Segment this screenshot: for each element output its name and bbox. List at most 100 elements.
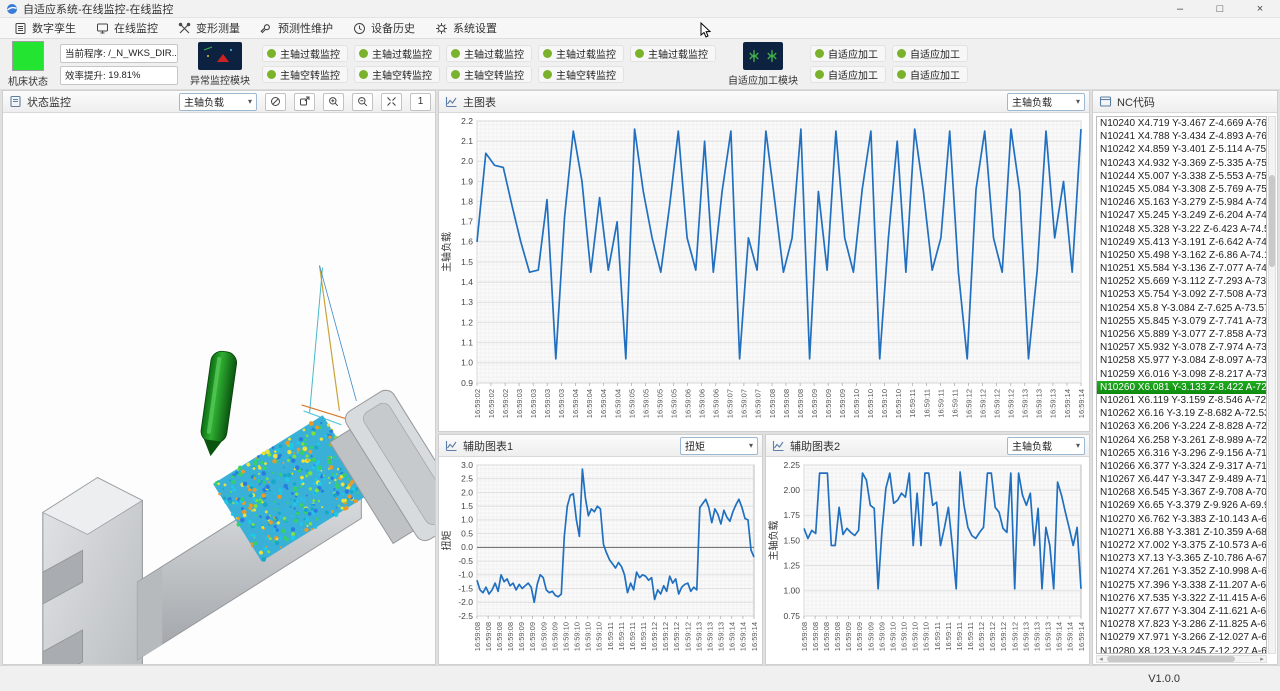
maximize-button[interactable]: □ [1200, 0, 1240, 18]
spindle-idle-chip: 主轴空转监控 [354, 66, 440, 83]
fit-view-button[interactable] [381, 93, 402, 111]
status-strip: 机床状态 当前程序: /_N_WKS_DIR... 效率提升: 19.81% 异… [0, 39, 1280, 90]
nc-line[interactable]: N10265 X6.316 Y-3.296 Z-9.156 A-71.771 [1097, 447, 1266, 460]
workpiece-3d-model [43, 386, 435, 664]
svg-text:16:59:13: 16:59:13 [1021, 622, 1030, 651]
nc-line[interactable]: N10279 X7.971 Y-3.266 Z-12.027 A-62.98 [1097, 631, 1266, 644]
line-chart-icon [445, 439, 458, 452]
window-title: 自适应系统-在线监控-在线监控 [23, 1, 173, 17]
program-info: 当前程序: /_N_WKS_DIR... 效率提升: 19.81% [60, 44, 178, 85]
svg-text:1.3: 1.3 [461, 297, 473, 307]
zoom-in-button[interactable] [323, 93, 344, 111]
nc-line[interactable]: N10250 X5.498 Y-3.162 Z-6.86 A-74.178 C [1097, 249, 1266, 262]
svg-text:-0.5: -0.5 [458, 556, 473, 566]
nc-line[interactable]: N10246 X5.163 Y-3.279 Z-5.984 A-74.892 [1097, 196, 1266, 209]
svg-text:16:59:08: 16:59:08 [822, 622, 831, 651]
svg-text:16:59:02: 16:59:02 [501, 389, 510, 418]
anomaly-monitor-thumbnail[interactable] [198, 42, 242, 70]
close-button[interactable]: × [1240, 0, 1280, 18]
nc-line[interactable]: N10248 X5.328 Y-3.22 Z-6.423 A-74.52 C [1097, 223, 1266, 236]
aux-chart2-metric-select[interactable]: 主轴负载▾ [1007, 437, 1085, 455]
nc-line[interactable]: N10259 X6.016 Y-3.098 Z-8.217 A-73.036 [1097, 368, 1266, 381]
nc-line[interactable]: N10280 X8.123 Y-3.245 Z-12.227 A-62.23 [1097, 645, 1266, 655]
nc-line[interactable]: N10269 X6.65 Y-3.379 Z-9.926 A-69.947 C [1097, 499, 1266, 512]
status-dot-icon [267, 49, 276, 58]
svg-text:2.5: 2.5 [461, 474, 473, 484]
nc-line[interactable]: N10247 X5.245 Y-3.249 Z-6.204 A-74.701 [1097, 209, 1266, 222]
nc-line[interactable]: N10262 X6.16 Y-3.19 Z-8.682 A-72.534 C [1097, 407, 1266, 420]
nc-code-list[interactable]: N10240 X4.719 Y-3.467 Z-4.669 A-76.396N1… [1096, 116, 1267, 654]
menu-online-monitor[interactable]: 在线监控 [90, 18, 172, 38]
nc-line[interactable]: N10258 X5.977 Y-3.084 Z-8.097 A-73.138 [1097, 354, 1266, 367]
nc-line[interactable]: N10267 X6.447 Y-3.347 Z-9.489 A-71.055 [1097, 473, 1266, 486]
svg-text:16:59:02: 16:59:02 [487, 389, 496, 418]
svg-text:1.50: 1.50 [783, 535, 800, 545]
nc-line[interactable]: N10252 X5.669 Y-3.112 Z-7.293 A-73.844 [1097, 275, 1266, 288]
nc-line[interactable]: N10270 X6.762 Y-3.383 Z-10.143 A-69.34 [1097, 513, 1266, 526]
nc-line[interactable]: N10240 X4.719 Y-3.467 Z-4.669 A-76.396 [1097, 117, 1266, 130]
menu-system-settings[interactable]: 系统设置 [429, 18, 511, 38]
svg-text:16:59:14: 16:59:14 [1077, 389, 1086, 418]
nc-line[interactable]: N10257 X5.932 Y-3.078 Z-7.974 A-73.243 [1097, 341, 1266, 354]
nc-line[interactable]: N10243 X4.932 Y-3.369 Z-5.335 A-75.523 [1097, 157, 1266, 170]
nc-line[interactable]: N10244 X5.007 Y-3.338 Z-5.553 A-75.297 [1097, 170, 1266, 183]
nc-line[interactable]: N10271 X6.88 Y-3.381 Z-10.359 A-68.711 [1097, 526, 1266, 539]
nc-line[interactable]: N10276 X7.535 Y-3.322 Z-11.415 A-65.22 [1097, 592, 1266, 605]
nc-code-panel: NC代码 N10240 X4.719 Y-3.467 Z-4.669 A-76.… [1092, 90, 1278, 665]
svg-text:16:59:08: 16:59:08 [796, 389, 805, 418]
minimize-button[interactable]: – [1160, 0, 1200, 18]
status-dot-icon [359, 70, 368, 79]
nc-line[interactable]: N10254 X5.8 Y-3.084 Z-7.625 A-73.571 C [1097, 302, 1266, 315]
nc-line[interactable]: N10242 X4.859 Y-3.401 Z-5.114 A-75.775 [1097, 143, 1266, 156]
svg-text:16:59:09: 16:59:09 [810, 389, 819, 418]
svg-text:16:59:12: 16:59:12 [988, 622, 997, 651]
nc-line[interactable]: N10278 X7.823 Y-3.286 Z-11.825 A-63.73 [1097, 618, 1266, 631]
nc-line[interactable]: N10268 X6.545 Y-3.367 Z-9.708 A-70.519 [1097, 486, 1266, 499]
rotate-view-button[interactable] [265, 93, 286, 111]
status-dot-icon [267, 70, 276, 79]
menu-digital-twin[interactable]: 数字孪生 [8, 18, 90, 38]
scroll-left-arrow[interactable]: ◂ [1097, 655, 1105, 663]
zoom-out-button[interactable] [352, 93, 373, 111]
status-monitor-panel: 状态监控 主轴负载▾ 1 [2, 90, 436, 665]
scrollbar-thumb[interactable] [1269, 175, 1275, 267]
page-indicator[interactable]: 1 [410, 93, 431, 111]
nc-line[interactable]: N10253 X5.754 Y-3.092 Z-7.508 A-73.677 [1097, 288, 1266, 301]
status-dot-icon [897, 49, 906, 58]
menu-device-history[interactable]: 设备历史 [347, 18, 429, 38]
status-monitor-metric-select[interactable]: 主轴负载▾ [179, 93, 257, 111]
machine-3d-viewport[interactable] [3, 113, 435, 664]
spindle-overload-chip: 主轴过载监控 [354, 45, 440, 62]
nc-line[interactable]: N10272 X7.002 Y-3.375 Z-10.573 A-68.05 [1097, 539, 1266, 552]
export-view-button[interactable] [294, 93, 315, 111]
nc-line[interactable]: N10261 X6.119 Y-3.159 Z-8.546 A-72.701 [1097, 394, 1266, 407]
nc-line[interactable]: N10251 X5.584 Y-3.136 Z-7.077 A-74.012 [1097, 262, 1266, 275]
nc-vertical-scrollbar[interactable] [1268, 116, 1276, 654]
version-label: V1.0.0 [1148, 673, 1180, 685]
nc-line-selected[interactable]: N10260 X6.081 Y-3.133 Z-8.422 A-72.835 [1097, 381, 1266, 394]
nc-line[interactable]: N10266 X6.377 Y-3.324 Z-9.317 A-71.443 [1097, 460, 1266, 473]
nc-line[interactable]: N10277 X7.677 Y-3.304 Z-11.621 A-64.48 [1097, 605, 1266, 618]
scroll-right-arrow[interactable]: ▸ [1258, 655, 1266, 663]
status-dot-icon [815, 49, 824, 58]
nc-line[interactable]: N10241 X4.788 Y-3.434 Z-4.893 A-76.062 [1097, 130, 1266, 143]
nc-line[interactable]: N10274 X7.261 Y-3.352 Z-10.998 A-66.67 [1097, 565, 1266, 578]
svg-text:16:59:12: 16:59:12 [672, 622, 681, 651]
svg-text:16:59:11: 16:59:11 [955, 622, 964, 651]
nc-line[interactable]: N10275 X7.396 Y-3.338 Z-11.207 A-65.95 [1097, 579, 1266, 592]
nc-line[interactable]: N10256 X5.889 Y-3.077 Z-7.858 A-73.348 [1097, 328, 1266, 341]
adaptive-module-thumbnail[interactable] [743, 42, 783, 70]
nc-line[interactable]: N10264 X6.258 Y-3.261 Z-8.989 A-72.072 [1097, 434, 1266, 447]
nc-line[interactable]: N10255 X5.845 Y-3.079 Z-7.741 A-73.458 [1097, 315, 1266, 328]
scrollbar-thumb[interactable] [1107, 656, 1235, 662]
aux-chart1-metric-select[interactable]: 扭矩▾ [680, 437, 758, 455]
clock-icon [353, 22, 366, 35]
menu-deform-measure[interactable]: 变形测量 [172, 18, 254, 38]
nc-line[interactable]: N10273 X7.13 Y-3.365 Z-10.786 A-67.372 [1097, 552, 1266, 565]
menu-predictive-maintenance[interactable]: 预测性维护 [254, 18, 347, 38]
main-chart-metric-select[interactable]: 主轴负载▾ [1007, 93, 1085, 111]
nc-line[interactable]: N10249 X5.413 Y-3.191 Z-6.642 A-74.346 [1097, 236, 1266, 249]
nc-horizontal-scrollbar[interactable]: ◂▸ [1096, 655, 1267, 663]
nc-line[interactable]: N10245 X5.084 Y-3.308 Z-5.769 A-75.088 [1097, 183, 1266, 196]
nc-line[interactable]: N10263 X6.206 Y-3.224 Z-8.828 A-72.33 C [1097, 420, 1266, 433]
